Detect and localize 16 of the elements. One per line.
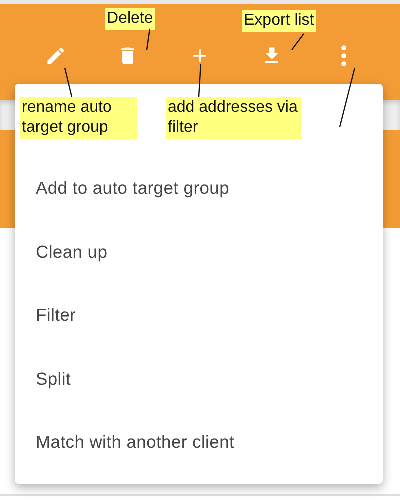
menu-item[interactable]: Split	[15, 348, 383, 411]
menu-item[interactable]: Match with another client	[15, 411, 383, 474]
leader-line	[292, 34, 304, 50]
leader-line	[146, 28, 151, 50]
more-icon	[340, 45, 348, 67]
callout-label: Export list	[242, 10, 316, 32]
callout-label: Delete	[105, 8, 156, 30]
pencil-icon	[45, 45, 67, 67]
callout-label: rename auto target group	[20, 97, 137, 139]
menu-item[interactable]: Filter	[15, 284, 383, 348]
leader-line	[339, 68, 356, 128]
leader-line	[64, 68, 73, 98]
callout-label: add addresses via filter	[166, 97, 301, 139]
leader-line	[198, 64, 202, 98]
menu-item[interactable]: Clean up	[15, 220, 383, 284]
menu-item[interactable]: Add to auto target group	[15, 157, 383, 220]
